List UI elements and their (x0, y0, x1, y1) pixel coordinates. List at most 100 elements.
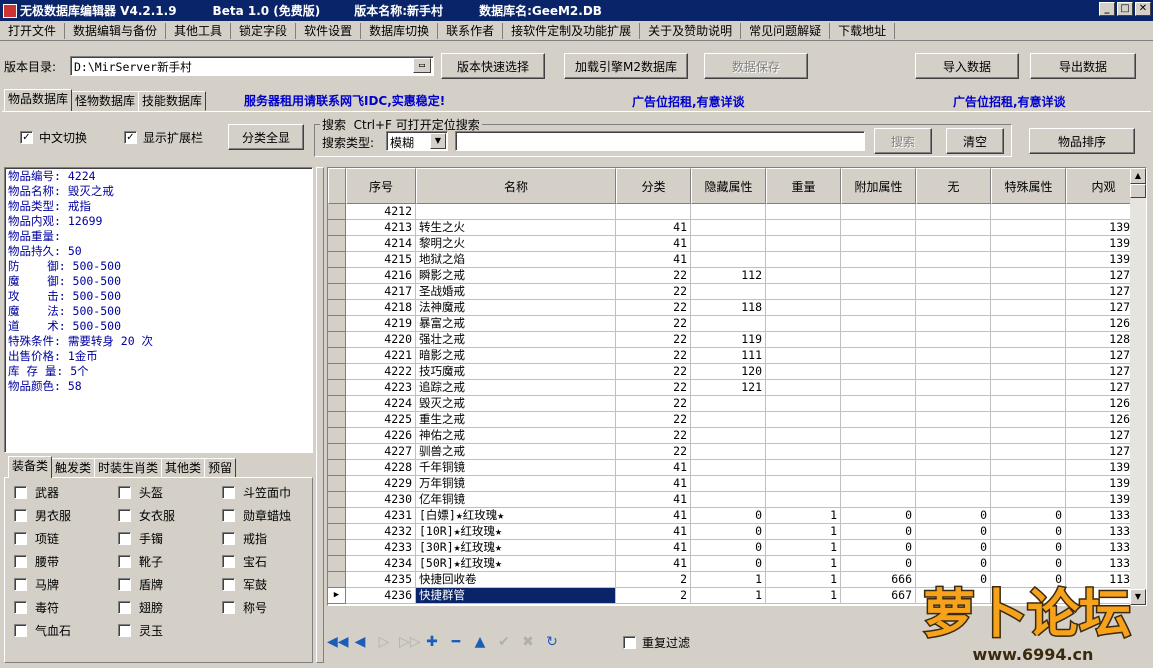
table-row[interactable]: 4224 毁灭之戒 22 1269 (328, 396, 1141, 412)
table-cell[interactable] (691, 396, 766, 412)
tab-database[interactable]: 技能数据库 (138, 91, 207, 111)
table-cell[interactable] (841, 428, 916, 444)
table-row[interactable]: 4214 黎明之火 41 1391 (328, 236, 1141, 252)
next-record-icon[interactable]: ▷ (375, 633, 393, 651)
table-cell[interactable] (916, 492, 991, 508)
table-cell[interactable]: 22 (616, 444, 691, 460)
table-cell[interactable] (841, 396, 916, 412)
table-cell[interactable] (841, 268, 916, 284)
import-button[interactable]: 导入数据 (915, 53, 1019, 79)
table-cell[interactable] (991, 284, 1066, 300)
menu-item[interactable]: 接软件定制及功能扩展 (503, 22, 641, 39)
category-item[interactable]: 头盔 (118, 484, 163, 501)
table-cell[interactable]: 黎明之火 (416, 236, 616, 252)
category-item[interactable]: 男衣服 (14, 507, 71, 524)
table-cell[interactable]: 4228 (346, 460, 416, 476)
menu-item[interactable]: 锁定字段 (231, 22, 297, 39)
table-cell[interactable] (991, 364, 1066, 380)
table-cell[interactable]: 亿年铜镜 (416, 492, 616, 508)
row-indicator[interactable] (328, 380, 346, 396)
folder-icon[interactable]: ▭ (413, 58, 431, 73)
table-cell[interactable]: 1 (766, 588, 841, 604)
table-cell[interactable] (841, 460, 916, 476)
category-item[interactable]: 马牌 (14, 576, 59, 593)
tab-category[interactable]: 装备类 (8, 456, 53, 478)
table-cell[interactable]: 4222 (346, 364, 416, 380)
table-cell[interactable]: 22 (616, 268, 691, 284)
table-cell[interactable] (766, 492, 841, 508)
quick-select-button[interactable]: 版本快速选择 (441, 53, 545, 79)
table-cell[interactable] (766, 236, 841, 252)
category-checkbox[interactable] (14, 486, 27, 499)
table-cell[interactable] (916, 444, 991, 460)
tab-database[interactable]: 怪物数据库 (71, 91, 140, 111)
table-cell[interactable]: 22 (616, 284, 691, 300)
table-cell[interactable]: 22 (616, 412, 691, 428)
category-item[interactable]: 军鼓 (222, 576, 267, 593)
row-indicator[interactable]: ▶ (328, 588, 346, 604)
category-item[interactable]: 手镯 (118, 530, 163, 547)
table-cell[interactable] (691, 204, 766, 220)
table-cell[interactable] (916, 204, 991, 220)
table-cell[interactable]: 0 (691, 524, 766, 540)
row-indicator[interactable] (328, 556, 346, 572)
table-cell[interactable] (841, 300, 916, 316)
category-checkbox[interactable] (222, 486, 235, 499)
table-cell[interactable] (841, 476, 916, 492)
table-cell[interactable]: 0 (841, 524, 916, 540)
table-cell[interactable] (991, 476, 1066, 492)
row-indicator[interactable] (328, 444, 346, 460)
table-cell[interactable]: 1 (766, 540, 841, 556)
table-cell[interactable]: 0 (841, 540, 916, 556)
table-cell[interactable]: 追踪之戒 (416, 380, 616, 396)
table-cell[interactable]: [50R]★红玫瑰★ (416, 556, 616, 572)
table-cell[interactable] (766, 348, 841, 364)
table-cell[interactable] (991, 268, 1066, 284)
table-cell[interactable]: 毁灭之戒 (416, 396, 616, 412)
sort-button[interactable]: 物品排序 (1029, 128, 1135, 154)
table-row[interactable]: 4216 瞬影之戒 22 112 1272 (328, 268, 1141, 284)
chinese-toggle[interactable]: ✓ 中文切换 (20, 129, 87, 146)
table-cell[interactable]: 4236 (346, 588, 416, 604)
scroll-up-icon[interactable]: ▲ (1130, 168, 1146, 184)
table-row[interactable]: 4218 法神魔戒 22 118 1274 (328, 300, 1141, 316)
table-cell[interactable] (916, 332, 991, 348)
table-cell[interactable] (916, 476, 991, 492)
menu-item[interactable]: 下载地址 (830, 22, 896, 39)
table-cell[interactable]: 41 (616, 236, 691, 252)
category-checkbox[interactable] (222, 532, 235, 545)
table-row[interactable]: 4233 [30R]★红玫瑰★ 41 0 1 0 0 0 1339 (328, 540, 1141, 556)
table-cell[interactable]: 4223 (346, 380, 416, 396)
table-cell[interactable] (991, 444, 1066, 460)
table-cell[interactable] (691, 428, 766, 444)
table-cell[interactable]: 神佑之戒 (416, 428, 616, 444)
row-indicator[interactable] (328, 236, 346, 252)
post-icon[interactable]: ✔ (495, 633, 513, 651)
chevron-down-icon[interactable]: ▼ (430, 133, 446, 149)
table-cell[interactable]: 4226 (346, 428, 416, 444)
menu-item[interactable]: 数据编辑与备份 (65, 22, 167, 39)
table-cell[interactable] (991, 412, 1066, 428)
minimize-button[interactable]: _ (1099, 2, 1115, 16)
table-cell[interactable] (991, 204, 1066, 220)
row-indicator[interactable] (328, 572, 346, 588)
table-cell[interactable]: 4213 (346, 220, 416, 236)
table-cell[interactable] (766, 460, 841, 476)
table-cell[interactable]: 地狱之焰 (416, 252, 616, 268)
table-cell[interactable]: 4218 (346, 300, 416, 316)
table-cell[interactable]: 2 (616, 588, 691, 604)
column-header[interactable]: 名称 (416, 168, 616, 204)
tab-category[interactable]: 时装生肖类 (94, 458, 163, 478)
table-cell[interactable]: 41 (616, 540, 691, 556)
table-cell[interactable] (766, 428, 841, 444)
table-cell[interactable]: 41 (616, 476, 691, 492)
table-cell[interactable] (766, 268, 841, 284)
table-cell[interactable] (691, 252, 766, 268)
export-button[interactable]: 导出数据 (1030, 53, 1136, 79)
table-cell[interactable]: 41 (616, 460, 691, 476)
row-indicator[interactable] (328, 348, 346, 364)
table-cell[interactable] (841, 220, 916, 236)
clear-button[interactable]: 清空 (946, 128, 1004, 154)
row-indicator[interactable] (328, 204, 346, 220)
category-checkbox[interactable] (14, 624, 27, 637)
